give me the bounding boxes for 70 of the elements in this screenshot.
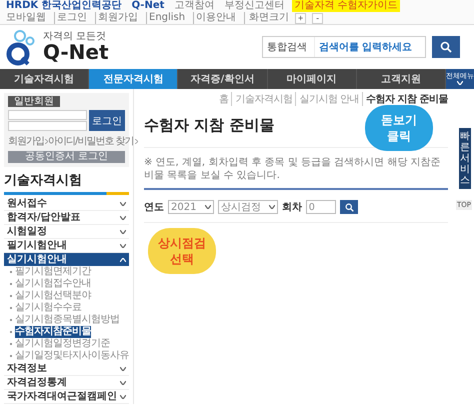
certificate-login-button[interactable]: 공동인증서 로그인 [8,151,125,163]
sidebar-subitem[interactable]: 필기시험면제기간 [4,266,129,278]
nav-tab[interactable]: 전문자격시험 [89,69,178,89]
chevron-icon [120,202,126,206]
search-button[interactable] [340,200,358,214]
chevron-icon [120,230,126,234]
logo-link[interactable]: Q-Net [130,0,166,12]
top-link[interactable]: 고객참여 [172,0,216,12]
zoom-label: 화면크기 [244,12,290,24]
sidebar-title: 기술자격시험 [4,172,83,190]
sidebar-subitem[interactable]: 실기시험접수안내 [4,278,129,290]
chevron-icon [120,216,126,220]
callout-bubble: 돋보기 클릭 [365,105,433,151]
breadcrumb-link[interactable]: 실기시험 안내 [295,92,360,106]
top-link[interactable]: 회원가입 [95,12,140,24]
login-link[interactable]: 아이디/비밀번호 찾기 [48,134,134,148]
login-button[interactable]: 로그인 [89,110,125,131]
chevron-icon [134,138,138,144]
sidebar-subitem[interactable]: 실기시험종목별시험방법 [4,314,129,326]
breadcrumb-link[interactable]: 기술자격시험 [231,92,292,106]
sidebar-subitem[interactable]: 실기시험선택분야 [4,290,129,302]
id-input[interactable] [8,110,87,120]
top-link[interactable]: 로그인 [54,12,89,24]
zoom-button[interactable]: - [312,12,324,24]
logo-link[interactable]: HRDK 한국산업인력공단 [4,0,124,12]
page-title: 수험자 지참 준비물 [144,116,274,135]
top-link[interactable]: 이용안내 [193,12,238,24]
sidebar-item[interactable]: 합격자/답안발표 [4,211,129,225]
search-icon [344,202,354,212]
breadcrumb-link[interactable]: 홈 [216,92,228,106]
sidebar-item[interactable]: 시험일정 [4,225,129,239]
round-input[interactable]: 0 [306,200,336,214]
top-link[interactable]: 모바일웹 [4,12,48,24]
chevron-icon [120,366,126,370]
chevron-icon [120,394,126,398]
chevron-icon [120,380,126,384]
sidebar-item[interactable]: 원서접수 [4,197,129,211]
chevron-icon [120,258,126,262]
sidebar-item[interactable]: 자격정보 [4,362,129,376]
nav-tab[interactable]: 자격증/확인서 [178,69,268,89]
caret-icon [269,205,275,209]
sidebar-item[interactable]: 실기시험안내 [4,253,129,266]
login-link[interactable]: 회원가입 [8,134,44,148]
quick-menu[interactable]: 빠른서비스 [459,128,471,189]
round-label: 회차 [282,201,302,214]
type-select[interactable]: 상시검정 [218,200,278,214]
chevron-icon [45,138,48,144]
chevron-icon [120,244,126,248]
caret-icon [205,205,211,209]
zoom-button[interactable]: + [295,12,306,24]
callout-bubble: 상시점검 선택 [148,228,216,274]
year-label: 연도 [144,201,164,214]
top-link[interactable]: English [146,12,188,24]
logo-text: Q-Net [43,42,109,62]
top-link[interactable]: 부정신고센터 [222,0,286,12]
sidebar-subitem[interactable]: 실기시험일정변경기준 [4,338,129,350]
search-icon [440,41,452,53]
search-button[interactable] [432,36,460,58]
year-select[interactable]: 2021 [168,200,214,214]
chevron-icon [457,80,464,85]
sidebar-item[interactable]: 국가자격대여근절캠페인 [4,390,129,404]
nav-tab[interactable]: 마이페이지 [268,69,357,89]
search-box[interactable]: 통합검색 검색어를 입력하세요 [262,36,426,58]
sidebar-subitem[interactable]: 실기일정및타지사이동사유 [4,350,129,362]
top-link[interactable]: 기술자격 수험자가이드 [292,0,400,12]
sidebar-subitem[interactable]: 실기시험수수료 [4,302,129,314]
password-input[interactable] [8,121,87,131]
logo-tagline: 자격의 모든것 [43,32,108,42]
sidebar-item[interactable]: 자격검정통계 [4,376,129,390]
member-tag: 일반회원 [8,96,60,107]
